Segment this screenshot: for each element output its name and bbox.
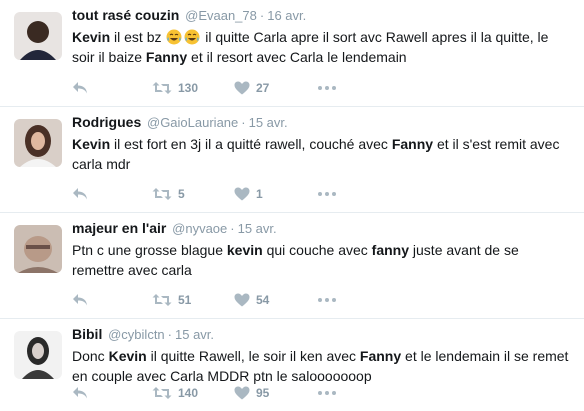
retweet-icon	[152, 82, 172, 94]
display-name[interactable]: Rodrigues	[72, 114, 141, 130]
reply-button[interactable]	[72, 184, 142, 204]
tweet-header: majeur en l'air @nyvaoe · 15 avr.	[72, 219, 574, 238]
separator-dot: ·	[230, 221, 235, 236]
like-button[interactable]: 1	[234, 184, 296, 204]
tweet-text: Kevin il est fort en 3j il a quitté rawe…	[72, 134, 572, 174]
tweet-date[interactable]: 15 avr.	[175, 327, 214, 342]
reply-button[interactable]	[72, 290, 142, 310]
tears-of-joy-emoji	[184, 29, 200, 45]
highlight: Fanny	[359, 348, 402, 364]
more-dots-icon	[318, 298, 336, 302]
separator-dot: ·	[241, 115, 246, 130]
tweet-text: Ptn c une grosse blague kevin qui couche…	[72, 240, 572, 280]
tweet[interactable]: majeur en l'air @nyvaoe · 15 avr. Ptn c un…	[0, 213, 584, 319]
heart-icon	[234, 81, 250, 95]
avatar[interactable]	[14, 331, 62, 379]
retweet-icon	[152, 294, 172, 306]
tweet[interactable]: Rodrigues @GaioLauriane · 15 avr. Kevin il…	[0, 107, 584, 213]
more-button[interactable]	[318, 78, 336, 98]
retweet-button[interactable]: 51	[152, 290, 234, 310]
reply-arrow-icon	[73, 188, 87, 200]
reply-button[interactable]	[72, 383, 142, 403]
heart-icon	[234, 386, 250, 400]
tweet[interactable]: tout rasé couzin @Evaan_78 · 16 avr. Kevin…	[0, 0, 584, 107]
heart-icon	[234, 293, 250, 307]
like-button[interactable]: 27	[234, 78, 296, 98]
reply-arrow-icon	[73, 294, 87, 306]
text-part: et il resort avec Carla le lendemain	[187, 49, 407, 65]
tweet-text: Kevin il est bz il quitte Carla apre il …	[72, 27, 572, 67]
display-name[interactable]: tout rasé couzin	[72, 7, 179, 23]
reply-arrow-icon	[73, 82, 87, 94]
heart-icon	[234, 187, 250, 201]
like-count: 27	[256, 81, 270, 95]
like-count: 95	[256, 386, 270, 400]
like-button[interactable]: 54	[234, 290, 296, 310]
more-button[interactable]	[318, 184, 336, 204]
more-button[interactable]	[318, 383, 336, 403]
retweet-count: 130	[178, 81, 199, 95]
tweet-actions: 5 1	[72, 184, 336, 204]
tears-of-joy-emoji	[166, 29, 182, 45]
retweet-count: 5	[178, 187, 185, 201]
tweet-actions: 140 95	[72, 383, 336, 403]
username[interactable]: @nyvaoe	[172, 221, 227, 236]
tweet-header: Bibil @cybilctn · 15 avr.	[72, 325, 574, 344]
retweet-button[interactable]: 5	[152, 184, 234, 204]
separator-dot: ·	[167, 327, 172, 342]
highlight: Fanny	[145, 49, 188, 65]
text-part: il est fort en 3j il a quitté rawell, co…	[110, 136, 392, 152]
separator-dot: ·	[259, 8, 265, 23]
tweet-header: tout rasé couzin @Evaan_78 · 16 avr.	[72, 6, 574, 25]
tweet[interactable]: Bibil @cybilctn · 15 avr. Donc Kevin il qu…	[0, 319, 584, 411]
retweet-count: 51	[178, 293, 192, 307]
tweet-timeline: tout rasé couzin @Evaan_78 · 16 avr. Kevin…	[0, 0, 584, 411]
tweet-date[interactable]: 15 avr.	[238, 221, 277, 236]
retweet-button[interactable]: 130	[152, 78, 234, 98]
more-dots-icon	[318, 192, 336, 196]
like-count: 1	[256, 187, 263, 201]
avatar[interactable]	[14, 225, 62, 273]
tweet-date[interactable]: 15 avr.	[249, 115, 288, 130]
highlight: Fanny	[391, 136, 434, 152]
highlight: Kevin	[72, 136, 111, 152]
tweet-date[interactable]: 16 avr.	[267, 8, 306, 23]
retweet-count: 140	[178, 386, 199, 400]
tweet-header: Rodrigues @GaioLauriane · 15 avr.	[72, 113, 574, 132]
text-part: il est bz	[110, 29, 166, 45]
highlight: Kevin	[72, 29, 111, 45]
more-dots-icon	[318, 86, 336, 90]
like-count: 54	[256, 293, 270, 307]
display-name[interactable]: Bibil	[72, 326, 102, 342]
tweet-actions: 130 27	[72, 78, 336, 98]
avatar[interactable]	[14, 12, 62, 60]
text-part: il quitte Rawell, le soir il ken avec	[146, 348, 360, 364]
username[interactable]: @cybilctn	[108, 327, 165, 342]
highlight: Kevin	[108, 348, 147, 364]
text-part: Ptn c une grosse blague	[72, 242, 227, 258]
highlight: kevin	[226, 242, 263, 258]
retweet-icon	[152, 387, 172, 399]
display-name[interactable]: majeur en l'air	[72, 220, 166, 236]
highlight: fanny	[371, 242, 410, 258]
more-dots-icon	[318, 391, 336, 395]
like-button[interactable]: 95	[234, 383, 296, 403]
username[interactable]: @Evaan_78	[185, 8, 257, 23]
more-button[interactable]	[318, 290, 336, 310]
username[interactable]: @GaioLauriane	[147, 115, 238, 130]
text-part: qui couche avec	[262, 242, 372, 258]
retweet-button[interactable]: 140	[152, 383, 234, 403]
retweet-icon	[152, 188, 172, 200]
avatar[interactable]	[14, 119, 62, 167]
reply-arrow-icon	[73, 387, 87, 399]
reply-button[interactable]	[72, 78, 142, 98]
tweet-text: Donc Kevin il quitte Rawell, le soir il …	[72, 346, 572, 386]
text-part: Donc	[72, 348, 109, 364]
tweet-actions: 51 54	[72, 290, 336, 310]
